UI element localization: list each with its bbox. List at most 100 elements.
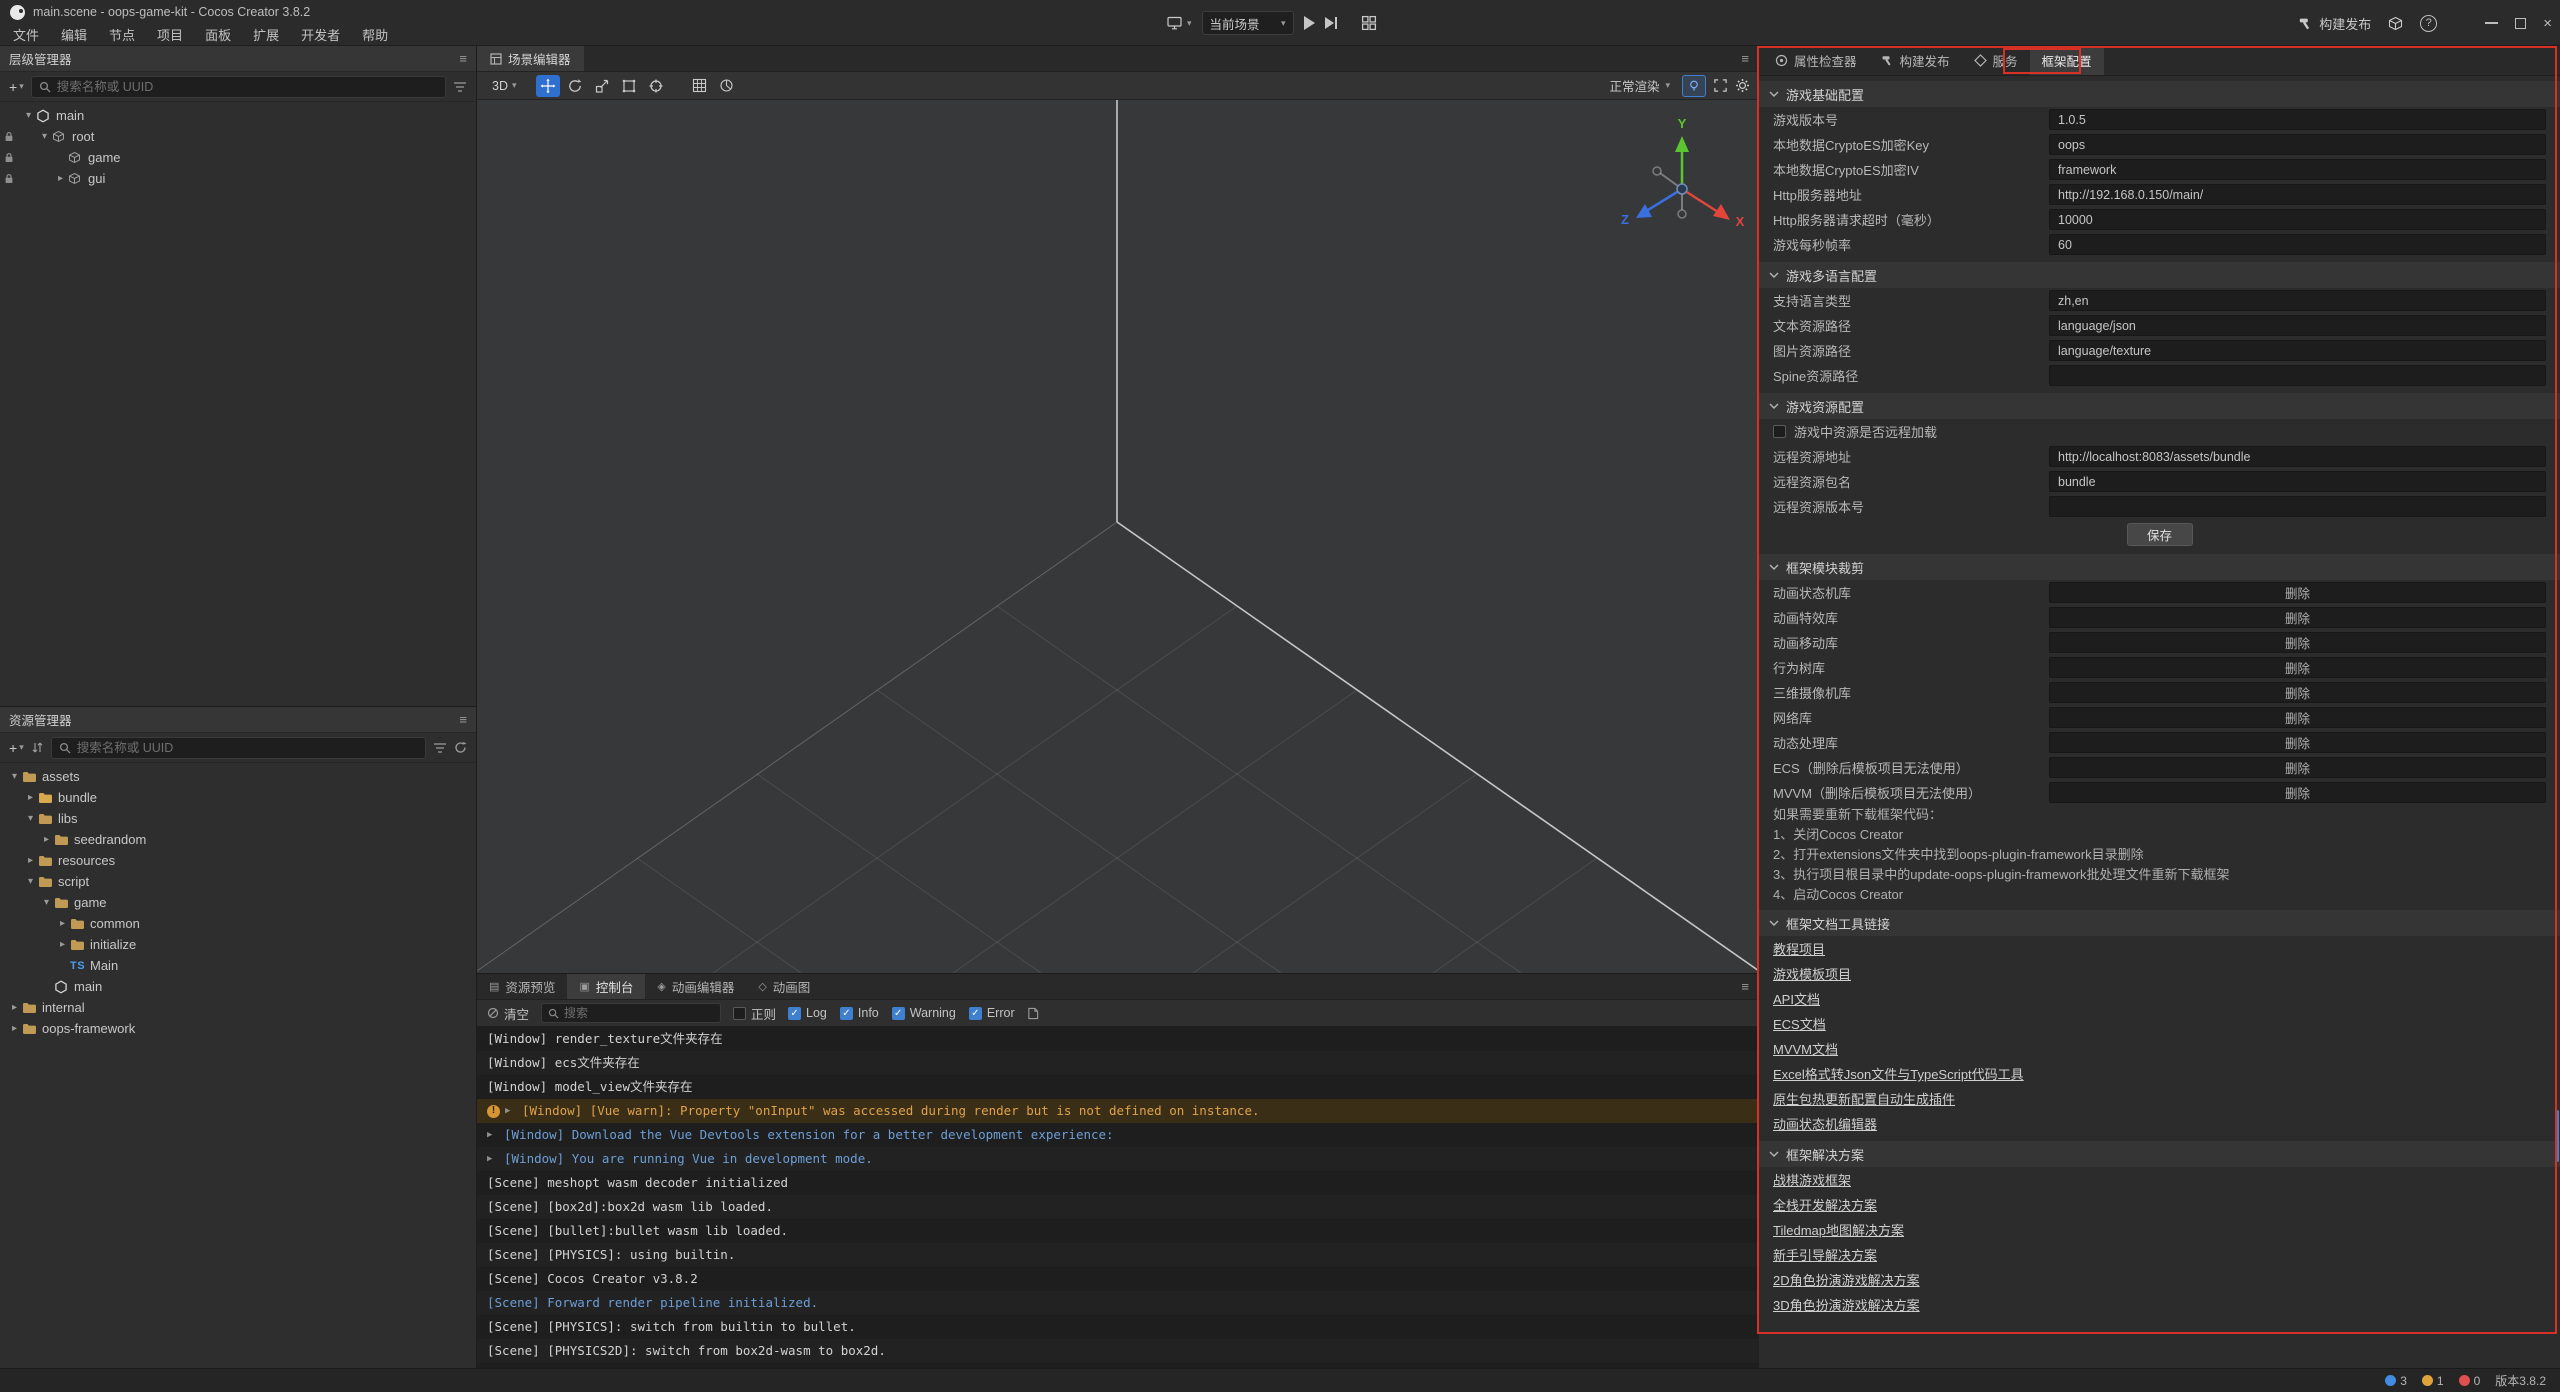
play-button[interactable] xyxy=(1304,16,1315,30)
section-header[interactable]: 框架解决方案 xyxy=(1759,1141,2560,1167)
doc-link[interactable]: Tiledmap地图解决方案 xyxy=(1773,1220,1904,1239)
inspector-tab[interactable]: 框架配置 xyxy=(2030,46,2104,75)
doc-link[interactable]: MVVM文档 xyxy=(1773,1039,1838,1058)
console-row[interactable]: [Scene] [PHYSICS]: using builtin. xyxy=(477,1243,1759,1267)
menu-item[interactable]: 项目 xyxy=(146,25,194,44)
filter-checkbox-warning[interactable]: ✓Warning xyxy=(892,1006,956,1020)
delete-module-button[interactable]: 删除 xyxy=(2049,707,2546,728)
filter-checkbox-error[interactable]: ✓Error xyxy=(969,1006,1015,1020)
scene-select[interactable]: 当前场景 ▾ xyxy=(1202,11,1294,35)
remote-load-checkbox-row[interactable]: 游戏中资源是否远程加载 xyxy=(1759,419,2560,444)
console-row[interactable]: !▶[Window] [Vue warn]: Property "onInput… xyxy=(477,1099,1759,1123)
panel-menu-icon[interactable]: ≡ xyxy=(459,712,467,727)
chevron-down-icon[interactable]: ▾ xyxy=(39,897,54,908)
field-input[interactable] xyxy=(2049,209,2546,230)
menu-item[interactable]: 开发者 xyxy=(290,25,351,44)
console-row[interactable]: [Window] model_view文件夹存在 xyxy=(477,1075,1759,1099)
lock-icon[interactable] xyxy=(0,152,17,163)
section-header[interactable]: 框架模块裁剪 xyxy=(1759,554,2560,580)
scene-editor-tab[interactable]: 场景编辑器 xyxy=(477,46,584,71)
console-search[interactable] xyxy=(541,1003,721,1023)
asset-tree-row[interactable]: ▸oops-framework xyxy=(0,1018,476,1039)
assets-search[interactable] xyxy=(51,737,426,759)
chevron-right-icon[interactable]: ▸ xyxy=(55,939,70,950)
delete-module-button[interactable]: 删除 xyxy=(2049,657,2546,678)
doc-link[interactable]: 教程项目 xyxy=(1773,939,1825,958)
console-tab[interactable]: ▣控制台 xyxy=(567,974,645,999)
frame-icon[interactable] xyxy=(1713,78,1728,93)
field-input[interactable] xyxy=(2049,234,2546,255)
warning-count[interactable]: 1 xyxy=(2422,1374,2444,1388)
field-input[interactable] xyxy=(2049,109,2546,130)
hierarchy-search-input[interactable] xyxy=(57,80,438,94)
asset-tree-row[interactable]: ▸resources xyxy=(0,850,476,871)
translate-tool[interactable] xyxy=(536,75,560,97)
console-row[interactable]: [Scene] Forward render pipeline initiali… xyxy=(477,1291,1759,1315)
doc-link[interactable]: 原生包热更新配置自动生成插件 xyxy=(1773,1089,1955,1108)
checkbox-icon[interactable] xyxy=(1773,425,1786,438)
inspector-tab[interactable]: 服务 xyxy=(1962,46,2030,75)
delete-module-button[interactable]: 删除 xyxy=(2049,782,2546,803)
lock-icon[interactable] xyxy=(0,131,17,142)
console-tab[interactable]: ▤资源预览 xyxy=(477,974,567,999)
preview-platform-select[interactable]: ▾ xyxy=(1166,16,1192,30)
hierarchy-tree-row[interactable]: ▾root xyxy=(0,126,476,147)
gear-icon[interactable] xyxy=(1735,78,1750,93)
expand-caret-icon[interactable]: ▶ xyxy=(487,1123,499,1147)
field-input[interactable] xyxy=(2049,496,2546,517)
build-publish-button[interactable]: 构建发布 xyxy=(2298,14,2371,33)
console-row[interactable]: [Scene] Cocos Creator v3.8.2 xyxy=(477,1267,1759,1291)
pivot-tool[interactable] xyxy=(644,75,668,97)
chevron-right-icon[interactable]: ▸ xyxy=(23,855,38,866)
delete-module-button[interactable]: 删除 xyxy=(2049,582,2546,603)
console-row[interactable]: [Window] ecs文件夹存在 xyxy=(477,1051,1759,1075)
menu-item[interactable]: 节点 xyxy=(98,25,146,44)
scrollbar-thumb[interactable] xyxy=(2555,1110,2559,1162)
asset-tree-row[interactable]: ▸bundle xyxy=(0,787,476,808)
field-input[interactable] xyxy=(2049,365,2546,386)
menu-item[interactable]: 帮助 xyxy=(351,25,399,44)
preview-grid-button[interactable] xyxy=(1361,15,1377,31)
delete-module-button[interactable]: 删除 xyxy=(2049,682,2546,703)
doc-link[interactable]: 新手引导解决方案 xyxy=(1773,1245,1877,1264)
delete-module-button[interactable]: 删除 xyxy=(2049,757,2546,778)
console-tab[interactable]: ◇动画图 xyxy=(746,974,822,999)
field-input[interactable] xyxy=(2049,315,2546,336)
chevron-down-icon[interactable]: ▾ xyxy=(23,813,38,824)
asset-tree-row[interactable]: ▸internal xyxy=(0,997,476,1018)
minimize-button[interactable] xyxy=(2485,22,2498,24)
chevron-right-icon[interactable]: ▸ xyxy=(7,1002,22,1013)
clear-console-button[interactable]: 清空 xyxy=(487,1004,529,1023)
package-icon[interactable] xyxy=(2388,16,2403,31)
chevron-right-icon[interactable]: ▸ xyxy=(53,173,68,184)
refresh-icon[interactable] xyxy=(454,741,467,754)
chevron-down-icon[interactable]: ▾ xyxy=(23,876,38,887)
menu-item[interactable]: 面板 xyxy=(194,25,242,44)
asset-tree-row[interactable]: ▾game xyxy=(0,892,476,913)
section-header[interactable]: 游戏基础配置 xyxy=(1759,81,2560,107)
field-input[interactable] xyxy=(2049,290,2546,311)
snap-grid-tool[interactable] xyxy=(688,75,712,97)
doc-link[interactable]: 动画状态机编辑器 xyxy=(1773,1114,1877,1133)
chevron-down-icon[interactable]: ▾ xyxy=(7,771,22,782)
console-row[interactable]: [Scene] meshopt wasm decoder initialized xyxy=(477,1171,1759,1195)
field-input[interactable] xyxy=(2049,184,2546,205)
asset-tree-row[interactable]: ▾script xyxy=(0,871,476,892)
sort-icon[interactable] xyxy=(31,741,44,754)
chevron-right-icon[interactable]: ▸ xyxy=(39,834,54,845)
hierarchy-tree-row[interactable]: ▾main xyxy=(0,105,476,126)
asset-tree-row[interactable]: main xyxy=(0,976,476,997)
console-row[interactable]: [Window] render_texture文件夹存在 xyxy=(477,1027,1759,1051)
filter-icon[interactable] xyxy=(453,81,467,93)
rotate-tool[interactable] xyxy=(563,75,587,97)
panel-menu-icon[interactable]: ≡ xyxy=(1741,51,1749,66)
hierarchy-search[interactable] xyxy=(31,76,446,98)
inspector-tab[interactable]: 属性检查器 xyxy=(1763,46,1869,75)
asset-tree-row[interactable]: ▾libs xyxy=(0,808,476,829)
error-count[interactable]: 0 xyxy=(2459,1374,2481,1388)
save-button[interactable]: 保存 xyxy=(2127,523,2193,546)
assets-search-input[interactable] xyxy=(77,741,418,755)
console-row[interactable]: [Scene] [PHYSICS]: switch from builtin t… xyxy=(477,1315,1759,1339)
collapse-log-icon[interactable] xyxy=(1027,1007,1039,1020)
scale-tool[interactable] xyxy=(590,75,614,97)
